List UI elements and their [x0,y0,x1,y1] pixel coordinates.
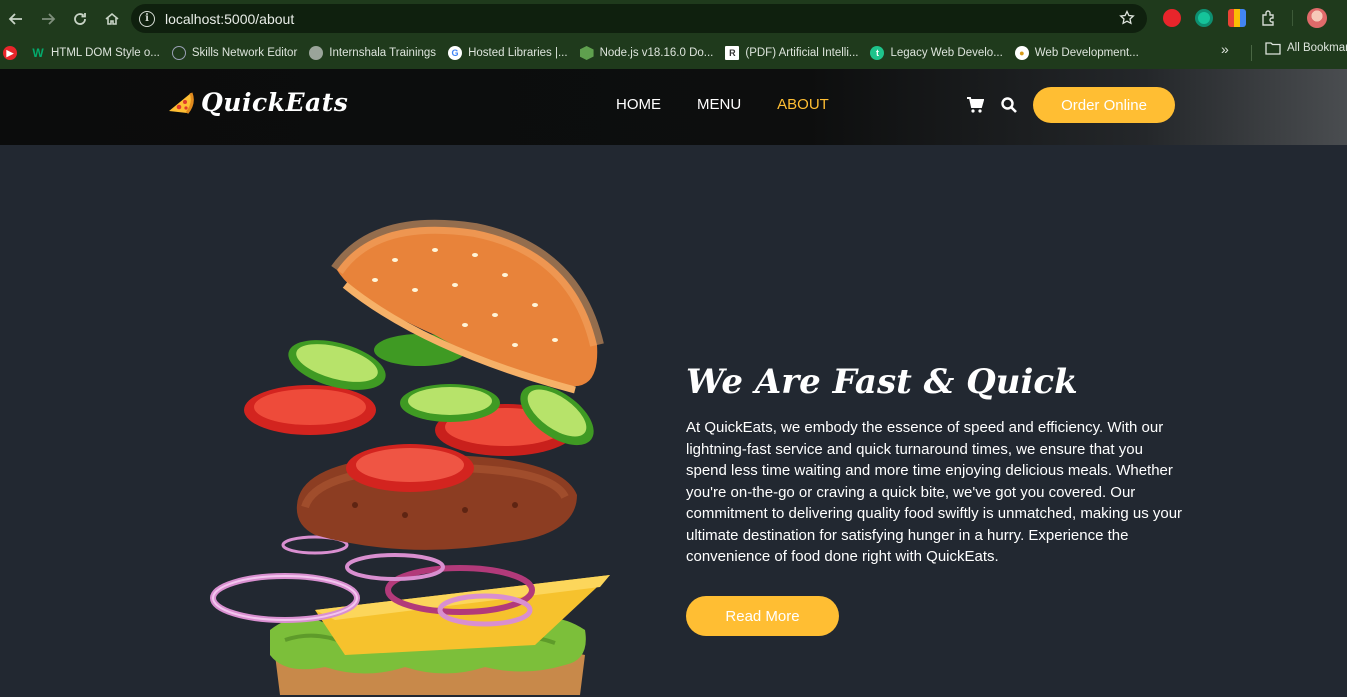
about-heading: We Are Fast & Quick [686,362,1078,402]
toolbar-divider [1292,10,1293,26]
bookmark-label: Node.js v18.16.0 Do... [599,47,714,59]
bookmark-item[interactable]: Skills Network Editor [166,41,303,65]
bookmarks-divider [1251,45,1252,61]
nav-about[interactable]: ABOUT [777,96,829,113]
extensions-puzzle-icon[interactable] [1260,9,1278,27]
w3schools-icon: W [32,46,44,60]
bookmark-label: Legacy Web Develo... [890,47,1003,59]
skills-network-icon [171,46,186,60]
address-url[interactable]: localhost:5000/about [165,11,294,27]
bookmark-label: HTML DOM Style o... [51,47,160,59]
folder-icon [1265,42,1281,55]
bookmark-item[interactable]: ● Web Development... [1009,41,1145,65]
bookmark-youtube[interactable]: ▶ [0,41,25,65]
read-more-button[interactable]: Read More [686,596,839,636]
bookmark-label: (PDF) Artificial Intelli... [745,47,859,59]
cart-icon[interactable] [966,96,984,114]
youtube-icon: ▶ [3,46,17,60]
bookmark-item[interactable]: W HTML DOM Style o... [25,41,166,65]
researchgate-icon: R [725,46,740,60]
nav-home[interactable]: HOME [616,96,661,113]
address-bar[interactable]: i localhost:5000/about [131,4,1147,33]
about-paragraph: At QuickEats, we embody the essence of s… [686,419,1183,565]
all-bookmarks-label: All Bookmarks [1287,42,1347,54]
main-nav: HOME MENU ABOUT [616,96,865,113]
burger-illustration [210,219,610,695]
color-extension-icon[interactable] [1228,9,1246,27]
site-logo[interactable]: QuickEats [167,88,348,117]
more-bookmarks-icon[interactable]: » [1221,41,1229,57]
bookmark-item[interactable]: G Hosted Libraries |... [442,41,574,65]
bookmark-label: Internshala Trainings [329,47,437,59]
all-bookmarks-button[interactable]: All Bookmarks [1265,41,1347,55]
course-icon: ● [1014,46,1029,60]
browser-toolbar: i localhost:5000/about [0,0,1347,37]
forward-icon[interactable] [32,3,64,35]
site-info-icon[interactable]: i [139,10,155,27]
home-icon[interactable] [96,3,128,35]
bookmark-item[interactable]: Node.js v18.16.0 Do... [574,41,720,65]
profile-avatar-icon[interactable] [1307,8,1327,28]
bookmark-item[interactable]: Internshala Trainings [303,41,442,65]
order-online-button[interactable]: Order Online [1033,87,1175,123]
bookmark-label: Web Development... [1034,47,1139,59]
bookmark-label: Hosted Libraries |... [468,47,568,59]
logo-text: QuickEats [201,88,349,117]
bookmarks-bar: ▶ W HTML DOM Style o... Skills Network Ed… [0,37,1347,69]
globe-icon [309,46,324,60]
nav-menu[interactable]: MENU [697,96,741,113]
bookmark-item[interactable]: t Legacy Web Develo... [864,41,1008,65]
site-header: QuickEats HOME MENU ABOUT Order Online [0,69,1347,145]
bookmark-item[interactable]: R (PDF) Artificial Intelli... [719,41,864,65]
grammarly-icon[interactable] [1195,9,1213,27]
pizza-slice-icon [169,91,194,114]
reload-icon[interactable] [64,3,96,35]
google-icon: G [448,46,463,60]
freecodecamp-icon: t [870,46,885,60]
nodejs-icon [579,46,594,60]
back-icon[interactable] [0,3,32,35]
search-icon[interactable] [1000,96,1018,114]
bookmark-label: Skills Network Editor [191,47,298,59]
extension-red-icon[interactable] [1163,9,1181,27]
bookmark-star-icon[interactable] [1119,10,1135,26]
